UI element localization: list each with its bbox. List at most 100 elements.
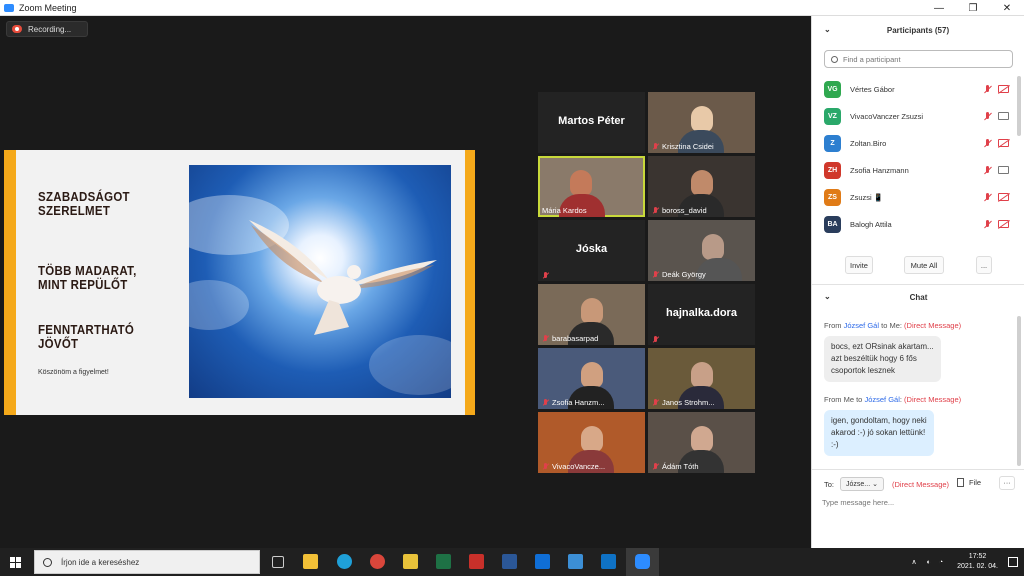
participant-row[interactable]: VG Vértes Gábor — [812, 76, 1024, 103]
direct-message-tag: (Direct Message) — [904, 395, 962, 404]
mic-muted-icon — [652, 399, 659, 406]
video-on-icon[interactable] — [998, 166, 1009, 174]
recording-label: Recording... — [28, 24, 72, 34]
chat-message-bubble: igen, gondoltam, hogy neki akarod :-) jó… — [824, 410, 934, 456]
acrobat-icon[interactable] — [469, 554, 484, 569]
minimize-button[interactable]: — — [922, 0, 956, 16]
title-bar: Zoom Meeting — ❐ ✕ — [0, 0, 1024, 16]
video-off-icon[interactable] — [998, 220, 1009, 228]
panel-divider — [812, 284, 1024, 285]
meta-prefix: From — [824, 321, 844, 330]
participant-label: barabasarpad — [542, 334, 598, 343]
participant-label — [652, 336, 662, 343]
app-icon[interactable] — [403, 554, 418, 569]
file-explorer-icon[interactable] — [303, 554, 318, 569]
video-tile[interactable]: hajnalka.dora — [648, 284, 755, 345]
maximize-button[interactable]: ❐ — [956, 0, 990, 16]
chevron-down-icon[interactable]: ⌄ — [824, 25, 831, 34]
zoom-app-icon — [4, 3, 14, 12]
video-tile[interactable]: Jóska — [538, 220, 645, 281]
video-off-icon[interactable] — [998, 193, 1009, 201]
video-tile[interactable]: boross_david — [648, 156, 755, 217]
participant-name: Krisztina Csidei — [662, 142, 714, 151]
notifications-icon[interactable] — [1008, 557, 1018, 567]
mic-muted-icon[interactable] — [983, 85, 992, 94]
mic-muted-icon[interactable] — [983, 193, 992, 202]
video-tile[interactable]: Martos Péter — [538, 92, 645, 153]
participant-search-input[interactable] — [843, 54, 1003, 64]
taskbar-search[interactable]: Írjon ide a kereséshez — [34, 550, 260, 574]
participant-row[interactable]: VZ VivacoVanczer Zsuzsi — [812, 103, 1024, 130]
video-off-icon[interactable] — [998, 139, 1009, 147]
mic-muted-icon[interactable] — [983, 112, 992, 121]
meta-prefix: From Me to — [824, 395, 865, 404]
close-button[interactable]: ✕ — [990, 0, 1024, 16]
chat-message-input[interactable] — [822, 494, 1012, 510]
mute-all-button[interactable]: Mute All — [904, 256, 944, 274]
video-tile[interactable]: VivacoVancze... — [538, 412, 645, 473]
participant-row[interactable]: ZS Zsuzsi 📱 — [812, 184, 1024, 211]
participant-label: boross_david — [652, 206, 707, 215]
outlook-icon[interactable] — [601, 554, 616, 569]
participant-label: Janos Strohm... — [652, 398, 715, 407]
start-button[interactable] — [0, 548, 30, 576]
dropbox-icon[interactable] — [535, 554, 550, 569]
task-view-icon[interactable] — [272, 556, 284, 568]
mic-muted-icon[interactable] — [983, 166, 992, 175]
sender-link[interactable]: József Gál — [864, 395, 899, 404]
recording-indicator[interactable]: Recording... — [6, 21, 88, 37]
participant-name: hajnalka.dora — [666, 307, 737, 319]
mic-muted-icon[interactable] — [983, 220, 992, 229]
video-tile[interactable]: Janos Strohm... — [648, 348, 755, 409]
zoom-icon[interactable] — [635, 554, 650, 569]
chat-divider — [812, 469, 1024, 470]
excel-icon[interactable] — [436, 554, 451, 569]
mic-muted-icon — [652, 271, 659, 278]
avatar: Z — [824, 135, 841, 152]
clock[interactable]: 17:52 2021. 02. 04. — [957, 552, 998, 572]
participant-label — [542, 272, 552, 279]
video-off-icon[interactable] — [998, 85, 1009, 93]
video-tile[interactable]: Krisztina Csidei — [648, 92, 755, 153]
participants-title: Participants (57) — [886, 25, 950, 35]
tray-chevron-icon[interactable]: ∧ — [912, 558, 917, 566]
chrome-icon[interactable] — [370, 554, 385, 569]
file-button[interactable]: File — [957, 478, 981, 487]
participant-status — [983, 112, 1009, 121]
volume-icon[interactable]: ◔ — [939, 559, 943, 566]
participant-row[interactable]: Z Zoltan.Biro — [812, 130, 1024, 157]
mic-muted-icon — [652, 336, 659, 343]
chat-message-bubble: bocs, ezt ORsinak akartam... azt beszélt… — [824, 336, 941, 382]
sender-link[interactable]: József Gál — [844, 321, 879, 330]
video-tile-active-speaker[interactable]: Mária Kardos — [538, 156, 645, 217]
network-icon[interactable]: ◐ — [927, 559, 931, 566]
participants-scrollbar[interactable] — [1017, 76, 1021, 136]
recipient-select[interactable]: Józse... ⌄ — [840, 477, 884, 491]
participant-name: VivacoVanczer Zsuzsi — [850, 112, 924, 121]
windows-taskbar: Írjon ide a kereséshez ∧ ◐ ◔ 17:52 2021.… — [0, 548, 1024, 576]
avatar: VG — [824, 81, 841, 98]
video-on-icon[interactable] — [998, 112, 1009, 120]
slide-accent-right — [465, 150, 475, 415]
meta-to: to Me: — [879, 321, 905, 330]
chat-more-button[interactable]: ··· — [999, 476, 1015, 490]
chevron-down-icon[interactable]: ⌄ — [824, 292, 831, 301]
slide-heading-3: FENNTARTHATÓ JÖVŐT — [38, 323, 135, 351]
invite-button[interactable]: Invite — [845, 256, 873, 274]
participant-row[interactable]: BA Balogh Attila — [812, 211, 1024, 238]
participant-video — [690, 362, 713, 388]
participant-search[interactable] — [824, 50, 1013, 68]
video-tile[interactable]: Ádám Tóth — [648, 412, 755, 473]
participant-row[interactable]: ZH Zsofia Hanzmann — [812, 157, 1024, 184]
video-tile[interactable]: Deák György — [648, 220, 755, 281]
chat-message-meta: From József Gál to Me: (Direct Message) — [824, 321, 961, 330]
edge-icon[interactable] — [337, 554, 352, 569]
more-options-button[interactable]: ... — [976, 256, 992, 274]
phone-link-icon[interactable] — [568, 554, 583, 569]
mic-muted-icon[interactable] — [983, 139, 992, 148]
video-tile[interactable]: barabasarpad — [538, 284, 645, 345]
chat-scrollbar[interactable] — [1017, 316, 1021, 466]
video-tile[interactable]: Zsofia Hanzm... — [538, 348, 645, 409]
meeting-stage: Recording... SZABADSÁGOT SZERELMET TÖBB … — [0, 16, 811, 548]
word-icon[interactable] — [502, 554, 517, 569]
